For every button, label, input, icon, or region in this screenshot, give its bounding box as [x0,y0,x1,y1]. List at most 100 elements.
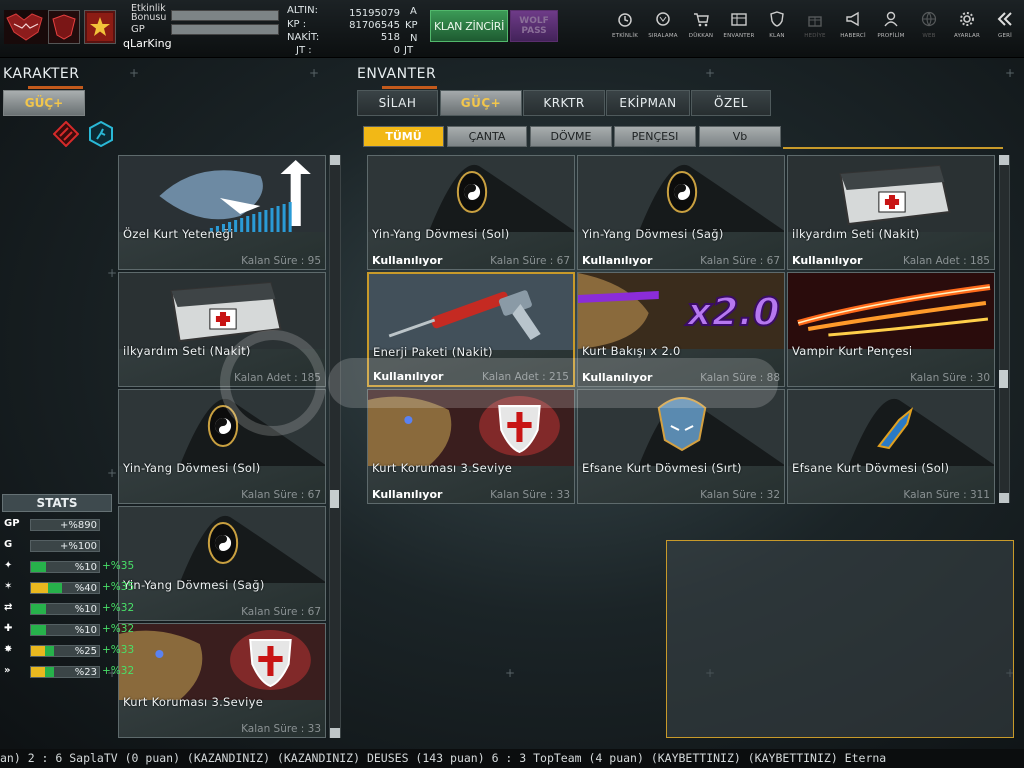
scroll-down-arrow[interactable] [999,493,1009,503]
item-status: Kullanılıyor [372,254,443,267]
stat-row: ✸ %25 +%33 [4,644,134,658]
item-remaining: Kalan Süre : 88 [700,372,780,384]
item-card[interactable]: ilkyardım Seti (Nakit) Kullanılıyor Kala… [787,155,995,270]
g-icon: G [4,539,13,550]
item-remaining: Kalan Süre : 67 [700,255,780,267]
stat-row: ✚ %10 +%32 [4,623,134,637]
item-remaining: Kalan Adet : 185 [903,255,990,267]
item-card[interactable]: ilkyardım Seti (Nakit) Kalan Adet : 185 [118,272,326,387]
item-remaining: Kalan Süre : 95 [241,255,321,267]
match-ticker: an) 2 : 6 SaplaTV (0 puan) (KAZANDINIZ) … [0,749,1024,768]
nav-megaphone[interactable]: HABERCİ [834,8,872,48]
klan-zinciri-button[interactable]: KLAN ZİNCİRİ [430,10,508,42]
subtab-0[interactable]: TÜMÜ [363,126,444,147]
item-card[interactable]: Efsane Kurt Dövmesi (Sol) Kalan Süre : 3… [787,389,995,504]
scroll-up-arrow[interactable] [330,155,340,165]
stat-value: +%890 [60,520,97,531]
guc-plus-button[interactable]: GÜÇ+ [3,90,85,116]
scroll-up-arrow[interactable] [999,155,1009,165]
stat-row: GP +%890 [4,518,124,532]
item-card[interactable]: Vampir Kurt Pençesi Kalan Süre : 30 [787,272,995,387]
wolf-rank-icon [656,12,670,26]
blue-runner-icon[interactable] [88,120,114,148]
tab-3[interactable]: EKİPMAN [606,90,690,116]
stats-title: STATS [2,494,112,512]
nav-cart[interactable]: DÜKKAN [682,8,720,48]
stat-bonus: +%33 [102,644,135,656]
kit-item-image [119,273,325,349]
inventory-scrollbar[interactable] [999,155,1010,503]
stat-row: G +%100 [4,539,124,553]
item-card[interactable]: Yin-Yang Dövmesi (Sol) Kullanılıyor Kala… [367,155,575,270]
scroll-down-arrow[interactable] [330,728,340,738]
stat-value: %10 [74,604,97,615]
nav-label: KLAN [769,33,785,39]
item-status: Kullanılıyor [792,254,863,267]
tab-2[interactable]: KRKTR [523,90,605,116]
kp-unit: KP [405,20,418,31]
item-card[interactable]: Özel Kurt Yeteneği Kalan Süre : 95 [118,155,326,270]
character-scrollbar[interactable] [329,155,341,738]
item-card[interactable]: Kurt Koruması 3.Seviye Kalan Süre : 33 [118,623,326,738]
item-card[interactable]: Kurt Koruması 3.Seviye Kullanılıyor Kala… [367,389,575,504]
kp-value: 81706545 [349,20,400,31]
plus-mark: + [1005,66,1016,80]
character-scroll-thumb[interactable] [330,490,339,508]
item-remaining: Kalan Süre : 67 [241,489,321,501]
shield-item-image [368,390,574,466]
subtab-3[interactable]: PENÇESI [614,126,696,147]
stat-bar-fill [31,562,46,572]
item-remaining: Kalan Süre : 67 [241,606,321,618]
item-remaining: Kalan Süre : 311 [903,489,990,501]
subtab-4[interactable]: Vb [699,126,781,147]
stat-bar-fill [31,604,46,614]
jt-label: JT : [296,45,312,56]
wolfhead-item-image [578,390,784,466]
nav-globe[interactable]: WEB [910,8,948,48]
gear-icon [960,12,974,26]
item-card[interactable]: Yin-Yang Dövmesi (Sağ) Kullanılıyor Kala… [577,155,785,270]
stat-value: %40 [74,583,97,594]
nav-back[interactable]: GERİ [986,8,1024,48]
item-card[interactable]: Yin-Yang Dövmesi (Sağ) Kalan Süre : 67 [118,506,326,621]
bonus-label: Etkinlik Bonusu [131,3,167,23]
nav-label: ETKİNLİK [611,33,639,39]
item-name: Yin-Yang Dövmesi (Sol) [123,461,261,475]
inventory-scroll-thumb[interactable] [999,370,1008,388]
svg-text:x2.0: x2.0 [685,291,780,335]
clan-emblem[interactable] [48,10,80,44]
stat-value: +%100 [60,541,97,552]
nav-shield[interactable]: KLAN [758,8,796,48]
tab-1[interactable]: GÜÇ+ [440,90,522,116]
subtab-2[interactable]: DÖVME [530,126,612,147]
item-card[interactable]: x2.0 Kurt Bakışı x 2.0 Kullanılıyor Kala… [577,272,785,387]
envanter-underline [382,86,437,89]
nav-label: WEB [922,33,936,39]
red-diamond-icon[interactable] [52,120,80,148]
shield-item-image [119,624,325,700]
item-card[interactable]: Efsane Kurt Dövmesi (Sırt) Kalan Süre : … [577,389,785,504]
altin-value: 15195079 [349,8,400,19]
wolf-pass-button[interactable]: WOLF PASS [510,10,558,42]
gp-icon: GP [4,518,20,529]
item-remaining: Kalan Süre : 30 [910,372,990,384]
item-name: Yin-Yang Dövmesi (Sağ) [123,578,265,592]
nav-profile[interactable]: PROFİLİM [872,8,910,48]
nav-clock[interactable]: ETKİNLİK [606,8,644,48]
swap-stat-icon: ⇄ [4,602,13,613]
nav-inventory[interactable]: ENVANTER [720,8,758,48]
nav-gear[interactable]: AYARLAR [948,8,986,48]
stat-bar: +%100 [30,540,100,552]
profile-icon [884,11,898,27]
item-card[interactable]: Enerji Paketi (Nakit) Kullanılıyor Kalan… [367,272,575,387]
tab-4[interactable]: ÖZEL [691,90,771,116]
item-card[interactable]: Yin-Yang Dövmesi (Sol) Kalan Süre : 67 [118,389,326,504]
karakter-title: KARAKTER [3,66,80,82]
nav-wolf-rank[interactable]: SIRALAMA [644,8,682,48]
nav-gift[interactable]: HEDİYE [796,8,834,48]
item-status: Kullanılıyor [582,254,653,267]
subtab-1[interactable]: ÇANTA [447,126,527,147]
tab-0[interactable]: SİLAH [357,90,438,116]
plus-mark: + [309,66,320,80]
x2-item-image: x2.0 [578,273,784,349]
